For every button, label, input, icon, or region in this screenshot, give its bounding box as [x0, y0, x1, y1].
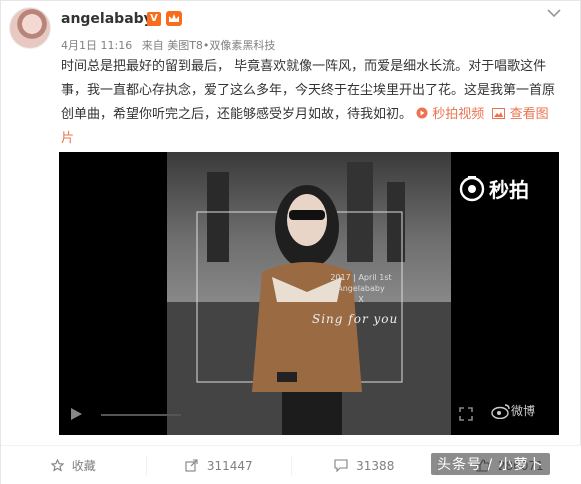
miaopai-watermark: 秒拍	[459, 174, 529, 203]
verified-badge: V	[147, 12, 161, 26]
post-time[interactable]: 4月1日 11:16	[61, 39, 132, 52]
video-player[interactable]: 秒拍 2017 | April 1st Angelababy X Sing fo…	[59, 152, 559, 435]
weibo-post-card: angelababy V 4月1日 11:16 来自 美图T8•双像素黑科技 时…	[0, 0, 581, 484]
collect-button[interactable]: 收藏	[1, 455, 147, 476]
comment-icon	[334, 459, 348, 472]
post-username[interactable]: angelababy	[61, 11, 153, 27]
toutiao-watermark: 头条号 / 小萝卜	[431, 453, 550, 475]
post-source[interactable]: 美图T8•双像素黑科技	[167, 39, 275, 52]
weibo-watermark: 微博	[491, 402, 535, 419]
share-icon	[185, 459, 198, 472]
avatar[interactable]	[9, 7, 51, 49]
miaopai-label: 秒拍	[489, 178, 529, 202]
comment-count: 31388	[356, 458, 395, 473]
post-content: 时间总是把最好的留到最后， 毕竟喜欢就像一阵风，而爱是细水长流。对于唱歌这件事，…	[61, 55, 557, 151]
sing-for-you-text: Sing for you	[312, 312, 399, 326]
post-meta: 4月1日 11:16 来自 美图T8•双像素黑科技	[61, 37, 281, 53]
image-icon	[492, 108, 506, 119]
video-link[interactable]: 秒拍视频	[432, 107, 484, 122]
play-icon	[416, 107, 428, 119]
forward-button[interactable]: 311447	[147, 455, 292, 476]
star-icon	[50, 459, 64, 472]
song-mark: X	[358, 295, 364, 304]
fullscreen-icon[interactable]	[459, 407, 473, 421]
forward-count: 311447	[206, 458, 253, 473]
post-source-prefix: 来自	[141, 39, 164, 52]
play-button[interactable]	[69, 407, 83, 421]
weibo-label: 微博	[511, 404, 536, 418]
song-date: 2017 | April 1st	[330, 273, 392, 282]
song-caption: 2017 | April 1st Angelababy X	[311, 272, 411, 305]
comment-button[interactable]: 31388	[292, 455, 438, 476]
chevron-down-icon[interactable]	[546, 7, 562, 19]
miaopai-camera-icon	[459, 175, 485, 201]
weibo-logo-icon	[491, 403, 510, 419]
video-progress-bar[interactable]	[101, 414, 181, 416]
vip-crown-icon	[166, 11, 182, 26]
collect-label: 收藏	[71, 459, 96, 473]
song-artist: Angelababy	[337, 284, 385, 293]
